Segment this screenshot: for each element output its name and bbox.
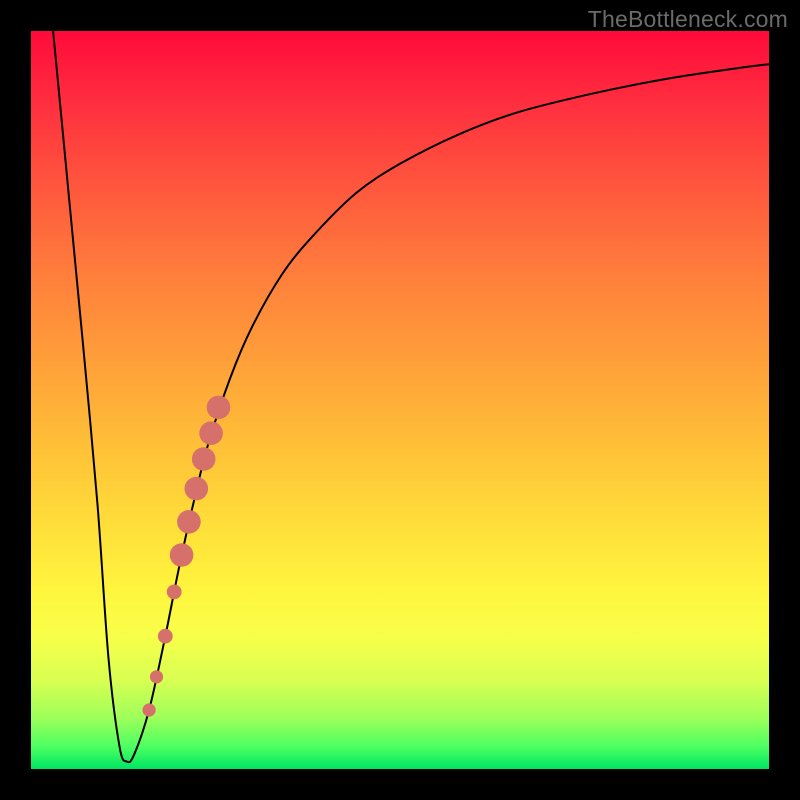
marker-dot [199,421,223,445]
outer-frame: TheBottleneck.com [0,0,800,800]
plot-area [31,31,769,769]
marker-dot [143,703,156,716]
marker-dot [167,585,182,600]
marker-dot [192,447,216,471]
watermark-text: TheBottleneck.com [588,6,788,33]
marker-dot [158,629,173,644]
marker-dot [185,477,209,501]
marker-dot [207,396,231,420]
chart-svg [31,31,769,769]
marker-dot [170,543,194,567]
marker-dot [177,510,201,534]
bottleneck-curve [53,31,769,762]
markers-group [143,396,231,717]
marker-dot [150,670,163,683]
